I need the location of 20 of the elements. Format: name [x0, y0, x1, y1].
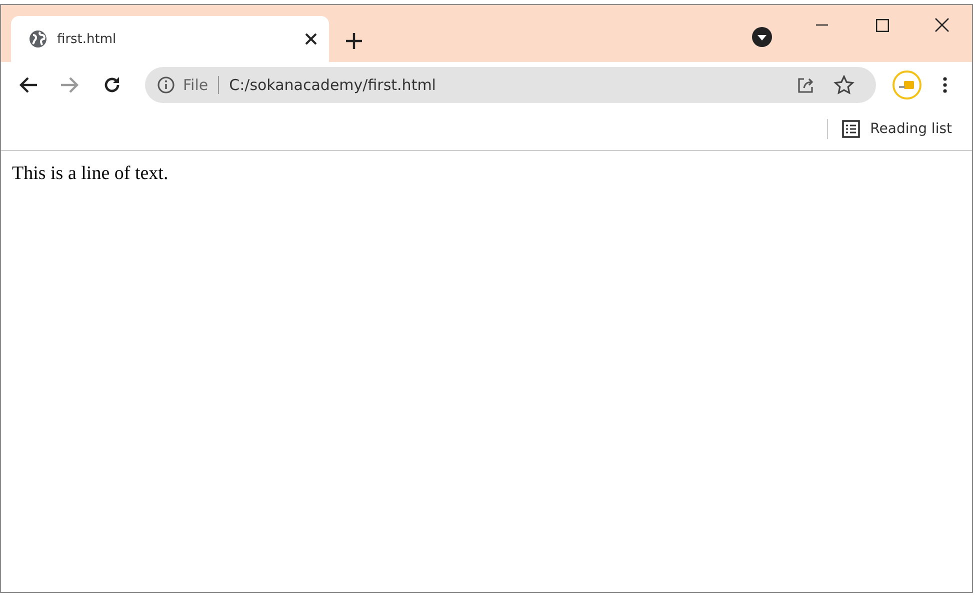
forward-arrow-icon: [60, 76, 80, 94]
scheme-label: File: [183, 76, 220, 94]
page-text: This is a line of text.: [12, 163, 168, 184]
reload-icon: [102, 75, 122, 95]
list-icon[interactable]: [842, 120, 860, 138]
maximize-icon[interactable]: [876, 18, 888, 32]
tab-search-icon[interactable]: [752, 27, 772, 47]
share-icon[interactable]: [796, 76, 816, 94]
back-arrow-icon: [18, 76, 38, 94]
globe-icon: [29, 30, 47, 48]
reading-list-link[interactable]: Reading list: [870, 121, 952, 137]
minimize-icon[interactable]: [816, 24, 828, 26]
menu-icon[interactable]: [943, 77, 947, 93]
close-icon[interactable]: [935, 18, 949, 32]
browser-tab[interactable]: first.html: [11, 16, 329, 62]
new-tab-icon[interactable]: [345, 32, 363, 50]
info-icon[interactable]: [157, 76, 175, 94]
address-bar[interactable]: File C:/sokanacademy/first.html: [145, 67, 876, 103]
close-tab-icon[interactable]: [305, 33, 317, 45]
url-text[interactable]: C:/sokanacademy/first.html: [227, 76, 788, 94]
